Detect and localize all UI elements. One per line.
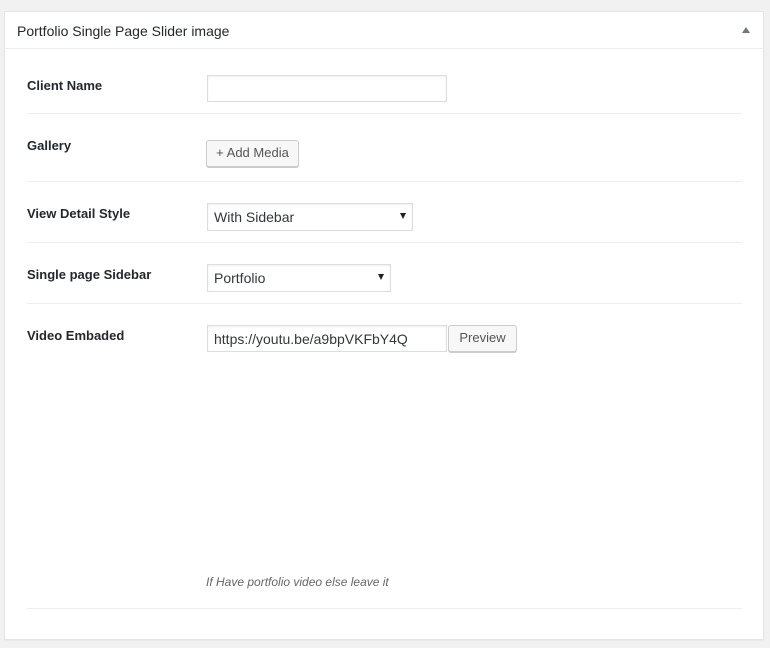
divider <box>27 113 742 114</box>
metabox-title: Portfolio Single Page Slider image <box>17 23 230 39</box>
video-hint-text: If Have portfolio video else leave it <box>206 575 389 589</box>
metabox-panel: Portfolio Single Page Slider image Clien… <box>4 11 764 640</box>
video-url-input[interactable] <box>207 325 447 352</box>
view-detail-style-label: View Detail Style <box>27 206 131 221</box>
dropdown-arrow-icon <box>400 213 406 219</box>
dropdown-arrow-icon <box>378 274 384 280</box>
view-detail-style-select[interactable]: With Sidebar <box>207 203 413 231</box>
client-name-label: Client Name <box>27 78 103 93</box>
single-page-sidebar-label: Single page Sidebar <box>27 267 152 282</box>
client-name-input[interactable] <box>207 75 447 102</box>
divider <box>27 608 742 609</box>
divider <box>27 303 742 304</box>
divider <box>27 242 742 243</box>
gallery-label: Gallery <box>27 138 72 153</box>
single-page-sidebar-value: Portfolio <box>214 270 266 286</box>
divider <box>27 181 742 182</box>
video-embaded-label: Video Embaded <box>27 328 125 343</box>
collapse-arrow-icon[interactable] <box>742 27 750 33</box>
add-media-button[interactable]: + Add Media <box>206 140 299 167</box>
metabox-header: Portfolio Single Page Slider image <box>5 12 763 49</box>
single-page-sidebar-select[interactable]: Portfolio <box>207 264 391 292</box>
view-detail-style-value: With Sidebar <box>214 209 295 225</box>
preview-button[interactable]: Preview <box>448 325 517 352</box>
